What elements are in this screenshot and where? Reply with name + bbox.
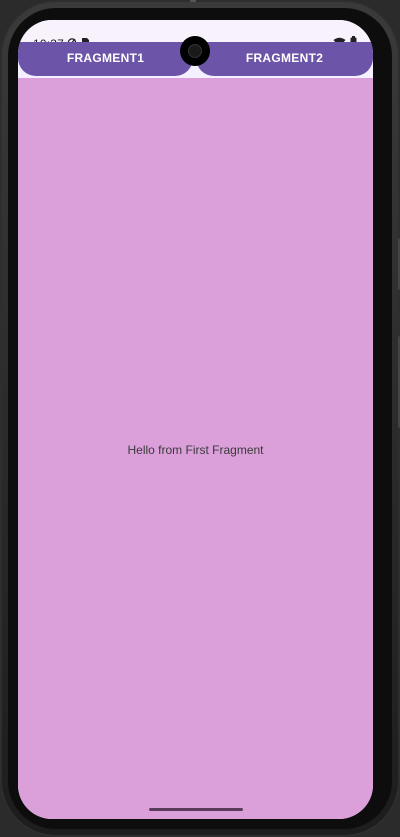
tab-fragment2[interactable]: FRAGMENT2 <box>196 42 373 76</box>
tab-fragment1[interactable]: FRAGMENT1 <box>18 42 193 76</box>
phone-screen: 10:37 FRAGMENT1 FRAGMENT2 Hello from Fir… <box>18 20 373 819</box>
device-frame: 10:37 FRAGMENT1 FRAGMENT2 Hello from Fir… <box>0 0 400 837</box>
fragment-message: Hello from First Fragment <box>127 443 264 457</box>
home-indicator[interactable] <box>149 808 243 811</box>
camera-lens <box>188 44 202 58</box>
camera-icon <box>180 36 210 66</box>
fragment-container: Hello from First Fragment <box>18 78 373 819</box>
